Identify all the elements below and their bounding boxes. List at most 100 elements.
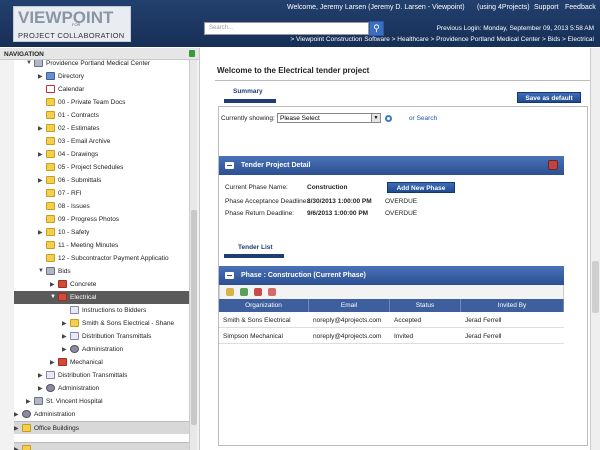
nav-item[interactable]: ▶ 04 - Drawings: [14, 148, 190, 161]
nav-item[interactable]: Instructions to Bidders: [14, 304, 190, 317]
search-button[interactable]: ⚲: [369, 21, 384, 36]
nav-item[interactable]: ▶ 06 - Submittals: [14, 174, 190, 187]
expand-arrow-icon[interactable]: ▶: [38, 125, 43, 132]
nav-item[interactable]: ▼ Bids: [14, 265, 190, 278]
expand-arrow-icon[interactable]: ▶: [62, 320, 67, 327]
nav-item[interactable]: ▶ Smith & Sons Electrical - Shane: [14, 317, 190, 330]
folder-icon: [46, 228, 55, 236]
expand-arrow-icon[interactable]: ▶: [50, 359, 55, 366]
collapse-icon[interactable]: [225, 162, 234, 169]
bid-package-icon[interactable]: [548, 160, 558, 170]
collapse-arrow-icon[interactable]: ▼: [38, 268, 44, 274]
nav-item[interactable]: ▶ St. Vincent Hospital: [14, 395, 190, 408]
transmittal-icon: [70, 332, 79, 340]
nav-item[interactable]: Calendar: [14, 83, 190, 96]
expand-arrow-icon[interactable]: ▶: [14, 411, 19, 418]
nav-item[interactable]: 11 - Meeting Minutes: [14, 239, 190, 252]
navigation-panel: NAVIGATION ▼ Providence Portland Medical …: [0, 48, 200, 450]
tab-summary[interactable]: Summary: [233, 88, 263, 95]
table-cell: Jerad Ferrell: [461, 313, 564, 328]
folder-icon: [46, 241, 55, 249]
photos-icon: [46, 215, 55, 223]
or-search-link[interactable]: or Search: [409, 115, 437, 122]
nav-item[interactable]: 12 - Subcontractor Payment Applicatio: [14, 252, 190, 265]
table-cell: Accepted: [390, 313, 461, 328]
nav-item[interactable]: ▶ Administration: [14, 408, 190, 421]
column-header[interactable]: Email: [309, 299, 390, 312]
open-icon[interactable]: [226, 288, 234, 296]
expand-arrow-icon[interactable]: ▶: [62, 333, 67, 340]
nav-item-label: Administration: [34, 411, 76, 418]
phase-name-label: Current Phase Name:: [225, 184, 288, 191]
phase-title: Phase : Construction (Current Phase): [241, 272, 366, 279]
expand-arrow-icon[interactable]: ▶: [62, 346, 67, 353]
chevron-down-icon[interactable]: ▼: [371, 114, 380, 122]
view-select[interactable]: Please Select ▼: [277, 113, 381, 123]
return-deadline-label: Phase Return Deadline:: [225, 210, 295, 217]
add-new-phase-button[interactable]: Add New Phase: [387, 182, 455, 193]
table-cell[interactable]: Simpson Mechanical: [219, 329, 309, 344]
expand-arrow-icon[interactable]: ▶: [38, 151, 43, 158]
nav-item[interactable]: ▶ Directory: [14, 70, 190, 83]
folder-icon: [46, 150, 55, 158]
nav-item[interactable]: 01 - Contracts: [14, 109, 190, 122]
search-input[interactable]: Search...: [204, 22, 369, 35]
nav-item[interactable]: ▶: [14, 442, 190, 450]
nav-item-label: Distribution Transmittals: [58, 372, 128, 379]
remove-icon[interactable]: [268, 288, 276, 296]
navigation-tree: ▼ Providence Portland Medical Center ▶ Dire…: [14, 60, 190, 450]
folder-icon: [46, 137, 55, 145]
column-header[interactable]: Organization: [219, 299, 309, 312]
nav-item[interactable]: ▶ Office Buildings: [14, 421, 190, 434]
expand-arrow-icon[interactable]: ▶: [26, 398, 31, 405]
nav-item[interactable]: ▶ Administration: [14, 382, 190, 395]
support-link[interactable]: Support: [534, 4, 559, 11]
nav-item[interactable]: ▶ 02 - Estimates: [14, 122, 190, 135]
nav-item[interactable]: 05 - Project Schedules: [14, 161, 190, 174]
expand-arrow-icon[interactable]: ▶: [38, 372, 43, 379]
nav-item[interactable]: ▼ Providence Portland Medical Center: [14, 60, 190, 70]
nav-item[interactable]: 09 - Progress Photos: [14, 213, 190, 226]
collapse-arrow-icon[interactable]: ▼: [50, 294, 56, 300]
breadcrumb[interactable]: > Viewpoint Construction Software > Heal…: [290, 36, 594, 43]
expand-arrow-icon[interactable]: ▶: [14, 446, 19, 450]
refresh-icon[interactable]: [385, 115, 392, 122]
delete-icon[interactable]: [254, 288, 262, 296]
save-as-default-button[interactable]: Save as default: [517, 92, 581, 103]
phase-header[interactable]: Phase : Construction (Current Phase): [219, 266, 564, 285]
expand-arrow-icon[interactable]: ▶: [38, 73, 43, 80]
nav-item[interactable]: ▶ 10 - Safety: [14, 226, 190, 239]
nav-item[interactable]: ▶ Distribution Transmittals: [14, 330, 190, 343]
tab-summary-indicator: [224, 99, 276, 103]
pin-icon[interactable]: [189, 50, 195, 57]
collapse-arrow-icon[interactable]: ▼: [26, 60, 32, 66]
nav-item[interactable]: ▼ Electrical: [14, 291, 190, 304]
expand-arrow-icon[interactable]: ▶: [38, 177, 43, 184]
nav-item[interactable]: 00 - Private Team Docs: [14, 96, 190, 109]
nav-item[interactable]: 03 - Email Archive: [14, 135, 190, 148]
navigation-scroll-thumb[interactable]: [191, 210, 197, 425]
expand-arrow-icon[interactable]: ▶: [38, 385, 43, 392]
building-icon: [34, 397, 43, 405]
nav-item[interactable]: ▶ Administration: [14, 343, 190, 356]
collapse-icon[interactable]: [225, 272, 234, 279]
main-scroll-thumb[interactable]: [592, 261, 599, 313]
feedback-link[interactable]: Feedback: [565, 4, 596, 11]
tender-project-detail-header[interactable]: Tender Project Detail: [219, 156, 564, 175]
main-scrollbar[interactable]: [590, 48, 600, 450]
nav-item[interactable]: ▶ Mechanical: [14, 356, 190, 369]
column-header[interactable]: Invited By: [461, 299, 564, 312]
nav-item[interactable]: 07 - RFI: [14, 187, 190, 200]
nav-item[interactable]: ▶ Concrete: [14, 278, 190, 291]
table-cell[interactable]: Smith & Sons Electrical: [219, 313, 309, 328]
tab-tender-list[interactable]: Tender List: [238, 244, 273, 251]
navigation-scrollbar[interactable]: [189, 60, 197, 450]
column-header[interactable]: Status: [390, 299, 461, 312]
expand-arrow-icon[interactable]: ▶: [50, 281, 55, 288]
nav-item[interactable]: ▶ Distribution Transmittals: [14, 369, 190, 382]
nav-item[interactable]: 08 - Issues: [14, 200, 190, 213]
page-title: Welcome to the Electrical tender project: [217, 66, 370, 75]
refresh-grid-icon[interactable]: [240, 288, 248, 296]
expand-arrow-icon[interactable]: ▶: [38, 229, 43, 236]
expand-arrow-icon[interactable]: ▶: [14, 425, 19, 432]
